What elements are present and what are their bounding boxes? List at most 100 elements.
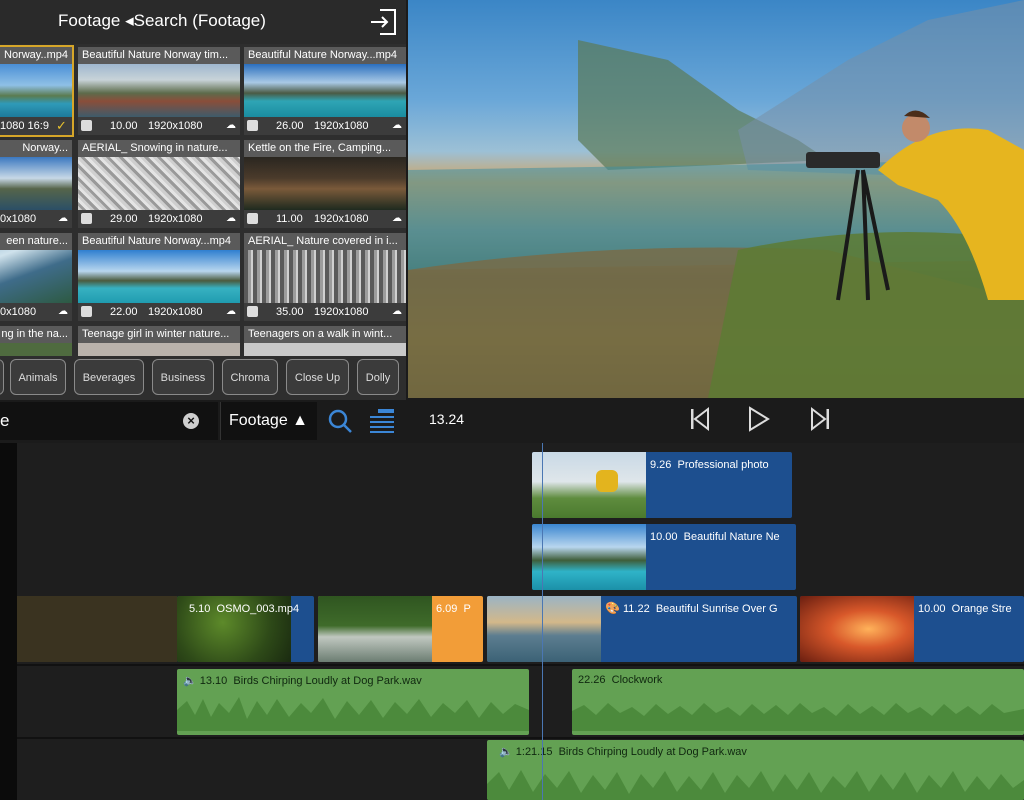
cloud-icon: ☁ (58, 213, 68, 224)
footage-tile[interactable]: Norway... 0x1080 ☁ (0, 140, 72, 228)
clip-title: Clockwork (611, 674, 663, 686)
category-chip-beverages[interactable]: Beverages (74, 359, 144, 395)
tile-duration: 35.00 (276, 306, 304, 318)
tile-name: Beautiful Nature Norway...mp4 (78, 233, 240, 250)
main-clip-selected[interactable]: 6.09 P (318, 596, 483, 662)
clip-title: Beautiful Sunrise Over G (655, 603, 778, 615)
audio-waveform (487, 770, 1024, 800)
tile-duration: 11.00 (276, 213, 303, 225)
timecode-display: 13.24 (429, 411, 465, 427)
clear-search-icon[interactable]: × (183, 413, 199, 429)
palette-icon: 🎨 (605, 601, 620, 615)
audio-clip[interactable]: 22.26 Clockwork (572, 669, 1024, 735)
tile-thumbnail (244, 343, 406, 356)
tile-resolution: 1920x1080 (314, 120, 369, 132)
file-icon (247, 306, 258, 317)
category-chip-close-up[interactable]: Close Up (286, 359, 349, 395)
file-icon (81, 213, 92, 224)
preview-frame (408, 0, 1024, 398)
tile-thumbnail (244, 250, 406, 303)
footage-tile[interactable]: Beautiful Nature Norway...mp4 26.00 1920x… (244, 47, 406, 135)
footage-tile[interactable]: Beautiful Nature Norway tim... 10.00 1920… (78, 47, 240, 135)
transport-bar (408, 398, 1024, 442)
tile-name: AERIAL_ Nature covered in i... (244, 233, 406, 250)
clip-thumbnail (318, 596, 432, 662)
clip-title: OSMO_003.mp4 (216, 603, 300, 615)
overlay-clip[interactable]: 10.00 Beautiful Nature Ne (532, 524, 796, 590)
play-icon[interactable] (746, 405, 772, 433)
footage-tile[interactable]: ng in the na... (0, 326, 72, 356)
footage-tile[interactable]: AERIAL_ Snowing in nature... 29.00 1920x1… (78, 140, 240, 228)
playhead[interactable] (542, 443, 543, 800)
main-clip[interactable]: 5.10 OSMO_003.mp4 (177, 596, 314, 662)
tile-name: een nature... (0, 233, 72, 250)
library-header: Footage ◂Search (Footage) (0, 0, 406, 44)
footage-tile[interactable]: Kettle on the Fire, Camping... 11.00 1920… (244, 140, 406, 228)
clip-duration: 1:21.15 (515, 746, 553, 758)
list-view-icon[interactable] (368, 406, 398, 436)
file-icon (247, 120, 258, 131)
clip-title: Birds Chirping Loudly at Dog Park.wav (233, 675, 422, 687)
tile-thumbnail (0, 157, 72, 210)
overlay-clip[interactable]: 9.26 Professional photo (532, 452, 792, 518)
tile-resolution: 1920x1080 (314, 306, 369, 318)
file-icon (247, 213, 258, 224)
track-divider (17, 664, 1024, 666)
skip-forward-icon[interactable] (808, 406, 832, 432)
source-label: Footage ▲ (229, 412, 308, 429)
tile-name: Norway... (0, 140, 72, 157)
tile-resolution: 0x1080 (0, 306, 37, 318)
cloud-icon: ☁ (392, 306, 402, 317)
tile-thumbnail (244, 64, 406, 117)
tile-thumbnail (244, 157, 406, 210)
tile-duration: 22.00 (110, 306, 138, 318)
cloud-icon: ☁ (226, 306, 236, 317)
footage-tile[interactable]: AERIAL_ Nature covered in i... 35.00 1920… (244, 233, 406, 321)
tile-thumbnail (0, 250, 72, 303)
tile-duration: 26.00 (276, 120, 304, 132)
tile-name: Beautiful Nature Norway...mp4 (244, 47, 406, 64)
footage-tile[interactable]: Teenagers on a walk in wint... (244, 326, 406, 356)
clip-duration: 6.09 (436, 603, 458, 615)
clip-duration: 10.00 (650, 531, 678, 543)
footage-tile[interactable]: Norway..mp4 1080 16:9 ✓ (0, 45, 74, 137)
footage-library-panel: Footage ◂Search (Footage) Norway..mp4 10… (0, 0, 406, 400)
tile-thumbnail (0, 64, 72, 117)
footage-tile[interactable]: Teenage girl in winter nature... (78, 326, 240, 356)
exit-icon[interactable] (368, 6, 398, 38)
category-chip[interactable] (0, 359, 4, 395)
footage-tile[interactable]: Beautiful Nature Norway...mp4 22.00 1920x… (78, 233, 240, 321)
tile-resolution: 1920x1080 (148, 213, 203, 225)
empty-track-region (17, 596, 177, 662)
clip-title: Beautiful Nature Ne (683, 531, 780, 543)
category-chip-business[interactable]: Business (152, 359, 214, 395)
clip-duration: 5.10 (189, 603, 211, 615)
clip-title: Professional photo (677, 459, 769, 471)
video-preview[interactable] (408, 0, 1024, 398)
cloud-icon: ☁ (226, 120, 236, 131)
category-chip-dolly[interactable]: Dolly (357, 359, 399, 395)
speaker-icon: 🔈 (499, 746, 513, 758)
tile-thumbnail (0, 343, 72, 356)
library-title[interactable]: Footage ◂Search (Footage) (58, 11, 266, 31)
main-clip[interactable]: 🎨 11.22 Beautiful Sunrise Over G (487, 596, 797, 662)
category-chip-chroma[interactable]: Chroma (222, 359, 278, 395)
audio-clip[interactable]: 🔈 1:21.15 Birds Chirping Loudly at Dog P… (487, 740, 1024, 800)
search-input-value[interactable]: e (0, 411, 9, 431)
main-clip[interactable]: 10.00 Orange Stre (800, 596, 1024, 662)
audio-clip[interactable]: 🔈 13.10 Birds Chirping Loudly at Dog Par… (177, 669, 529, 735)
category-chip-animals[interactable]: Animals (10, 359, 66, 395)
tile-resolution: 1920x1080 (148, 306, 203, 318)
footage-tile[interactable]: een nature... 0x1080 ☁ (0, 233, 72, 321)
tile-name: Norway..mp4 (0, 47, 72, 64)
tile-name: ng in the na... (0, 326, 72, 343)
clip-duration: 10.00 (918, 603, 946, 615)
speaker-icon: 🔈 (183, 675, 197, 687)
source-selector[interactable]: Footage ▲ (220, 402, 317, 440)
tile-resolution: 1920x1080 (148, 120, 203, 132)
search-icon[interactable] (326, 406, 354, 436)
skip-back-icon[interactable] (688, 406, 712, 432)
clip-title: Birds Chirping Loudly at Dog Park.wav (558, 746, 747, 758)
tile-thumbnail (78, 157, 240, 210)
cloud-icon: ☁ (58, 306, 68, 317)
